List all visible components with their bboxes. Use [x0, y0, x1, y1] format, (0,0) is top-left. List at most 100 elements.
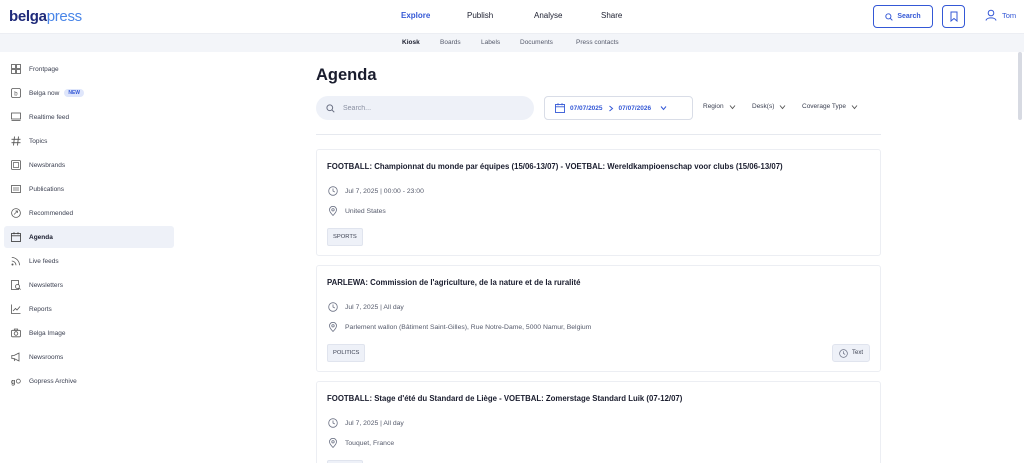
- event-time: Jul 7, 2025 | All day: [345, 303, 404, 311]
- subnav-labels[interactable]: Labels: [481, 39, 500, 46]
- event-card[interactable]: FOOTBALL: Stage d'été du Standard de Liè…: [316, 381, 881, 463]
- sidebar-item-label: Gopress Archive: [29, 377, 77, 385]
- sidebar-item-live-feeds[interactable]: Live feeds: [4, 250, 174, 272]
- nav-analyse[interactable]: Analyse: [534, 11, 562, 20]
- sidebar-item-label: Reports: [29, 305, 52, 313]
- subnav-documents[interactable]: Documents: [520, 39, 553, 46]
- scrollbar[interactable]: [1018, 52, 1022, 120]
- main-nav: Explore Publish Analyse Share: [0, 11, 1024, 25]
- nav-share[interactable]: Share: [601, 11, 622, 20]
- event-time: Jul 7, 2025 | 00:00 - 23:00: [345, 187, 424, 195]
- category-tag[interactable]: POLITICS: [327, 344, 366, 362]
- nav-publish[interactable]: Publish: [467, 11, 493, 20]
- sidebar-item-gopress-archive[interactable]: g Gopress Archive: [4, 370, 174, 392]
- search-icon: [885, 12, 894, 21]
- event-card[interactable]: PARLEWA: Commission de l'agriculture, de…: [316, 265, 881, 372]
- event-location: Parlement wallon (Bâtiment Saint-Gilles)…: [345, 323, 592, 331]
- bookmark-button[interactable]: [942, 5, 965, 28]
- sidebar-item-label: Topics: [29, 137, 48, 145]
- new-badge: NEW: [64, 89, 85, 97]
- sidebar-item-label: Live feeds: [29, 257, 59, 265]
- chart-icon: [11, 304, 21, 314]
- sidebar-item-belga-image[interactable]: Belga Image: [4, 322, 174, 344]
- nav-explore[interactable]: Explore: [401, 11, 430, 20]
- clock-icon: [328, 418, 338, 428]
- date-range-picker[interactable]: 07/07/2025 07/07/2026: [544, 96, 693, 120]
- event-title[interactable]: PARLEWA: Commission de l'agriculture, de…: [327, 278, 580, 287]
- sidebar-item-reports[interactable]: Reports: [4, 298, 174, 320]
- sidebar-item-recommended[interactable]: Recommended: [4, 202, 174, 224]
- sidebar-item-label: Publications: [29, 185, 65, 193]
- region-filter[interactable]: Region: [703, 103, 736, 110]
- newsletter-icon: [11, 280, 21, 290]
- subnav-boards[interactable]: Boards: [440, 39, 461, 46]
- sidebar-item-label: Newsbrands: [29, 161, 66, 169]
- search-input[interactable]: [343, 104, 513, 112]
- clock-icon: [328, 302, 338, 312]
- event-location-row: Parlement wallon (Bâtiment Saint-Gilles)…: [328, 322, 591, 332]
- sidebar-item-newsletters[interactable]: Newsletters: [4, 274, 174, 296]
- chevron-down-icon: [660, 106, 667, 111]
- sidebar-item-topics[interactable]: Topics: [4, 130, 174, 152]
- svg-text:g: g: [11, 378, 15, 386]
- frontpage-icon: [11, 64, 21, 74]
- event-title[interactable]: FOOTBALL: Championnat du monde par équip…: [327, 162, 783, 171]
- event-time-row: Jul 7, 2025 | All day: [328, 418, 404, 428]
- date-from: 07/07/2025: [570, 104, 603, 112]
- location-pin-icon: [329, 438, 337, 448]
- newsbrands-icon: [11, 160, 21, 170]
- search-icon: [326, 103, 335, 113]
- sidebar-item-realtime-feed[interactable]: Realtime feed: [4, 106, 174, 128]
- sidebar-item-agenda[interactable]: Agenda: [4, 226, 174, 248]
- coverage-type-filter[interactable]: Coverage Type: [802, 103, 858, 110]
- sub-nav: Kiosk Boards Labels Documents Press cont…: [0, 34, 1024, 52]
- sidebar-item-label: Agenda: [29, 233, 53, 241]
- sidebar-item-label: Newsrooms: [29, 353, 64, 361]
- calendar-icon: [11, 232, 21, 242]
- desks-filter-label: Desk(s): [752, 103, 775, 110]
- sidebar-item-label: Recommended: [29, 209, 74, 217]
- event-location-row: United States: [328, 206, 386, 216]
- event-time-row: Jul 7, 2025 | 00:00 - 23:00: [328, 186, 424, 196]
- sidebar-item-publications[interactable]: Publications: [4, 178, 174, 200]
- user-menu[interactable]: Tom: [985, 9, 1016, 21]
- coverage-filter-label: Coverage Type: [802, 103, 846, 110]
- sidebar-item-newsbrands[interactable]: Newsbrands: [4, 154, 174, 176]
- sidebar-item-label: Newsletters: [29, 281, 63, 289]
- agenda-search: [316, 96, 534, 120]
- coverage-type-label: Text: [851, 350, 863, 356]
- location-pin-icon: [329, 206, 337, 216]
- search-button[interactable]: Search: [873, 5, 933, 28]
- subnav-kiosk[interactable]: Kiosk: [402, 39, 420, 46]
- clock-icon: [328, 186, 338, 196]
- sidebar-item-label: Belga Image: [29, 329, 66, 337]
- hashtag-icon: [11, 136, 21, 146]
- sidebar-item-label: Belga now: [29, 89, 60, 97]
- chevron-down-icon: [851, 104, 858, 109]
- sidebar-item-newsrooms[interactable]: Newsrooms: [4, 346, 174, 368]
- event-location-row: Touquet, France: [328, 438, 394, 448]
- rss-icon: [11, 256, 21, 266]
- event-card[interactable]: FOOTBALL: Championnat du monde par équip…: [316, 149, 881, 256]
- camera-icon: [11, 328, 21, 338]
- publications-icon: [11, 184, 21, 194]
- search-button-label: Search: [897, 13, 921, 20]
- subnav-press-contacts[interactable]: Press contacts: [576, 39, 619, 46]
- realtime-feed-icon: [11, 112, 21, 122]
- coverage-type-badge: Text: [831, 344, 870, 362]
- chevron-right-icon: [608, 105, 613, 111]
- date-to: 07/07/2026: [618, 104, 652, 112]
- category-tag[interactable]: SPORTS: [327, 228, 363, 246]
- calendar-icon: [555, 103, 565, 113]
- svg-text:b: b: [14, 91, 18, 97]
- sidebar-item-belga-now[interactable]: b Belga now NEW: [4, 82, 174, 104]
- chevron-down-icon: [780, 104, 786, 109]
- desks-filter[interactable]: Desk(s): [752, 103, 786, 110]
- recommended-icon: [11, 208, 21, 218]
- sidebar-item-frontpage[interactable]: Frontpage: [4, 58, 174, 80]
- divider: [316, 134, 881, 135]
- belga-now-icon: b: [11, 88, 21, 98]
- megaphone-icon: [11, 352, 21, 362]
- event-location: Touquet, France: [345, 439, 395, 447]
- event-title[interactable]: FOOTBALL: Stage d'été du Standard de Liè…: [327, 394, 682, 403]
